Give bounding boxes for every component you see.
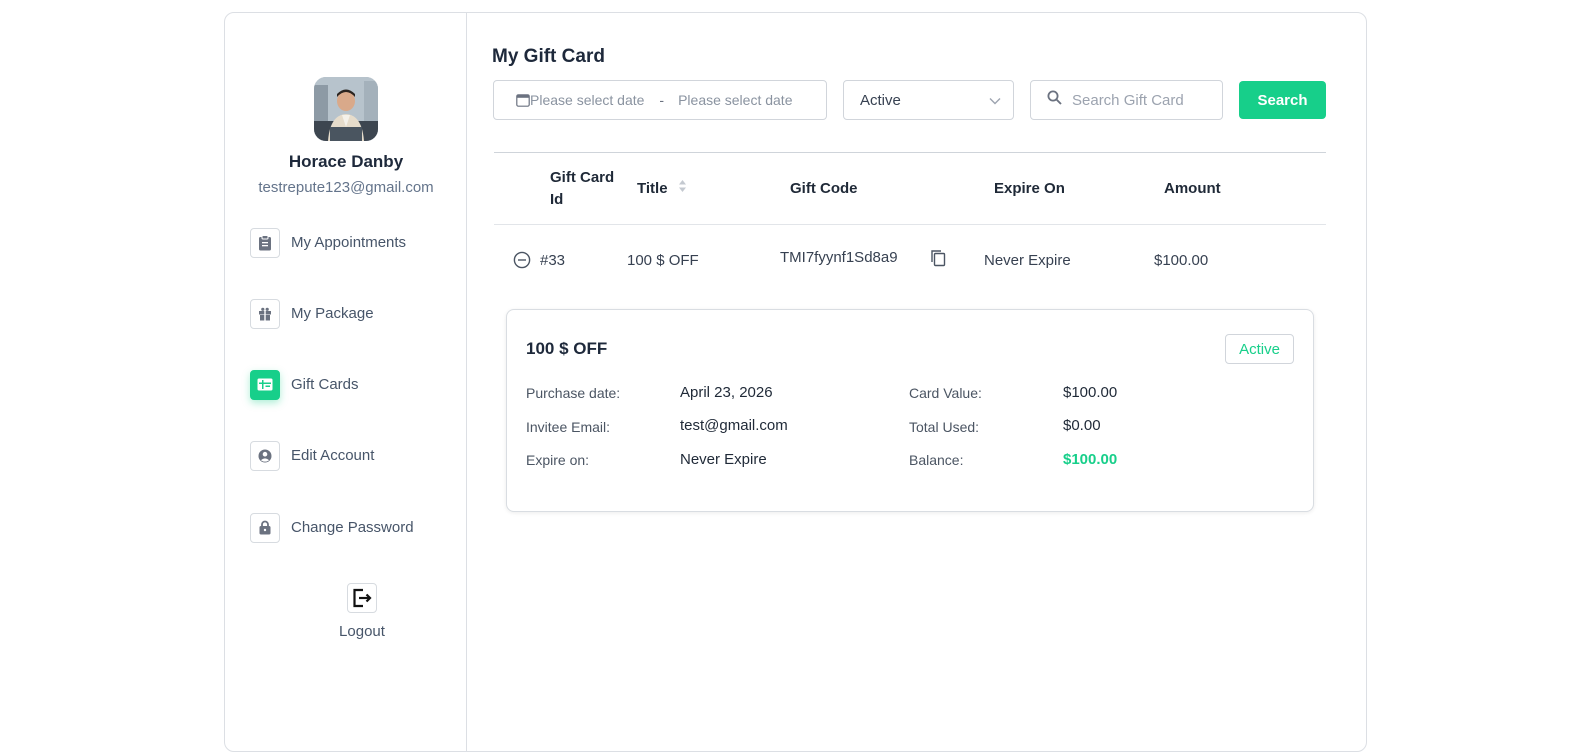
gift-card-icon	[250, 369, 280, 400]
sidebar-item-edit-account[interactable]: Edit Account	[250, 440, 374, 471]
invitee-email-value: test@gmail.com	[680, 417, 788, 434]
avatar	[314, 77, 378, 141]
sidebar-item-label: Gift Cards	[291, 376, 359, 393]
row-title: 100 $ OFF	[627, 252, 699, 269]
logout-icon	[347, 583, 377, 613]
total-used-label: Total Used:	[909, 419, 980, 435]
expire-on-value: Never Expire	[680, 451, 767, 468]
date-range-picker[interactable]: Please select date - Please select date	[493, 80, 827, 120]
chevron-down-icon	[989, 92, 1001, 109]
balance-value: $100.00	[1063, 451, 1118, 468]
column-header-title-label: Title	[637, 180, 668, 197]
search-icon	[1047, 90, 1062, 110]
column-header-id-line2: Id	[550, 191, 564, 208]
column-header-code: Gift Code	[790, 180, 858, 197]
user-name: Horace Danby	[288, 152, 404, 171]
expire-on-label: Expire on:	[526, 452, 590, 468]
logout-button[interactable]: Logout	[317, 583, 407, 640]
column-header-id: Gift Card Id	[550, 167, 614, 211]
sidebar-item-change-password[interactable]: Change Password	[250, 512, 414, 543]
user-email: testrepute123@gmail.com	[258, 179, 434, 196]
card-value: $100.00	[1063, 384, 1118, 401]
date-separator: -	[659, 92, 665, 108]
sidebar-item-gift-cards[interactable]: Gift Cards	[250, 369, 359, 400]
row-amount: $100.00	[1154, 252, 1209, 269]
sort-icon[interactable]	[678, 178, 687, 200]
gift-card-detail: 100 $ OFF Active Purchase date: April 23…	[506, 309, 1314, 512]
column-header-id-line1: Gift Card	[550, 169, 615, 186]
end-date-input[interactable]: Please select date	[678, 92, 792, 108]
detail-title: 100 $ OFF	[526, 339, 608, 358]
sidebar-item-my-appointments[interactable]: My Appointments	[250, 227, 406, 258]
start-date-input[interactable]: Please select date	[530, 92, 644, 108]
sidebar-item-label: My Package	[291, 305, 374, 322]
column-header-title[interactable]: Title	[637, 178, 687, 200]
user-circle-icon	[250, 440, 280, 471]
collapse-icon[interactable]	[513, 251, 531, 273]
sidebar: Horace Danby testrepute123@gmail.com My …	[225, 13, 467, 751]
table-header-divider	[494, 224, 1326, 225]
sidebar-item-label: Edit Account	[291, 447, 375, 464]
status-select-value: Active	[860, 91, 901, 109]
card-value-label: Card Value:	[909, 385, 982, 401]
sidebar-item-label: My Appointments	[291, 234, 407, 251]
total-used-value: $0.00	[1063, 417, 1101, 434]
search-button[interactable]: Search	[1239, 81, 1326, 119]
purchase-date-label: Purchase date:	[526, 385, 621, 401]
column-header-expire: Expire On	[994, 180, 1065, 197]
status-select[interactable]: Active	[843, 80, 1014, 120]
column-header-amount: Amount	[1164, 180, 1221, 197]
gift-icon	[250, 298, 280, 329]
table-top-divider	[494, 152, 1326, 153]
calendar-icon	[516, 93, 530, 107]
logout-label: Logout	[339, 623, 385, 640]
balance-label: Balance:	[909, 452, 964, 468]
search-input[interactable]	[1072, 91, 1212, 109]
row-expire: Never Expire	[984, 252, 1071, 269]
sidebar-item-label: Change Password	[291, 519, 414, 536]
status-badge: Active	[1225, 334, 1294, 364]
clipboard-icon	[250, 227, 280, 258]
row-gift-code: TMI7fyynf1Sd8a9	[780, 249, 898, 266]
purchase-date-value: April 23, 2026	[680, 384, 773, 401]
account-panel: Horace Danby testrepute123@gmail.com My …	[224, 12, 1367, 752]
avatar-photo-icon	[314, 77, 378, 141]
lock-icon	[250, 512, 280, 543]
invitee-email-label: Invitee Email:	[526, 419, 611, 435]
row-id: #33	[540, 252, 566, 269]
main-content: My Gift Card Please select date - Please…	[467, 13, 1366, 751]
copy-icon[interactable]	[930, 249, 946, 271]
page-title: My Gift Card	[492, 46, 605, 67]
sidebar-item-my-package[interactable]: My Package	[250, 298, 374, 329]
search-box	[1030, 80, 1223, 120]
